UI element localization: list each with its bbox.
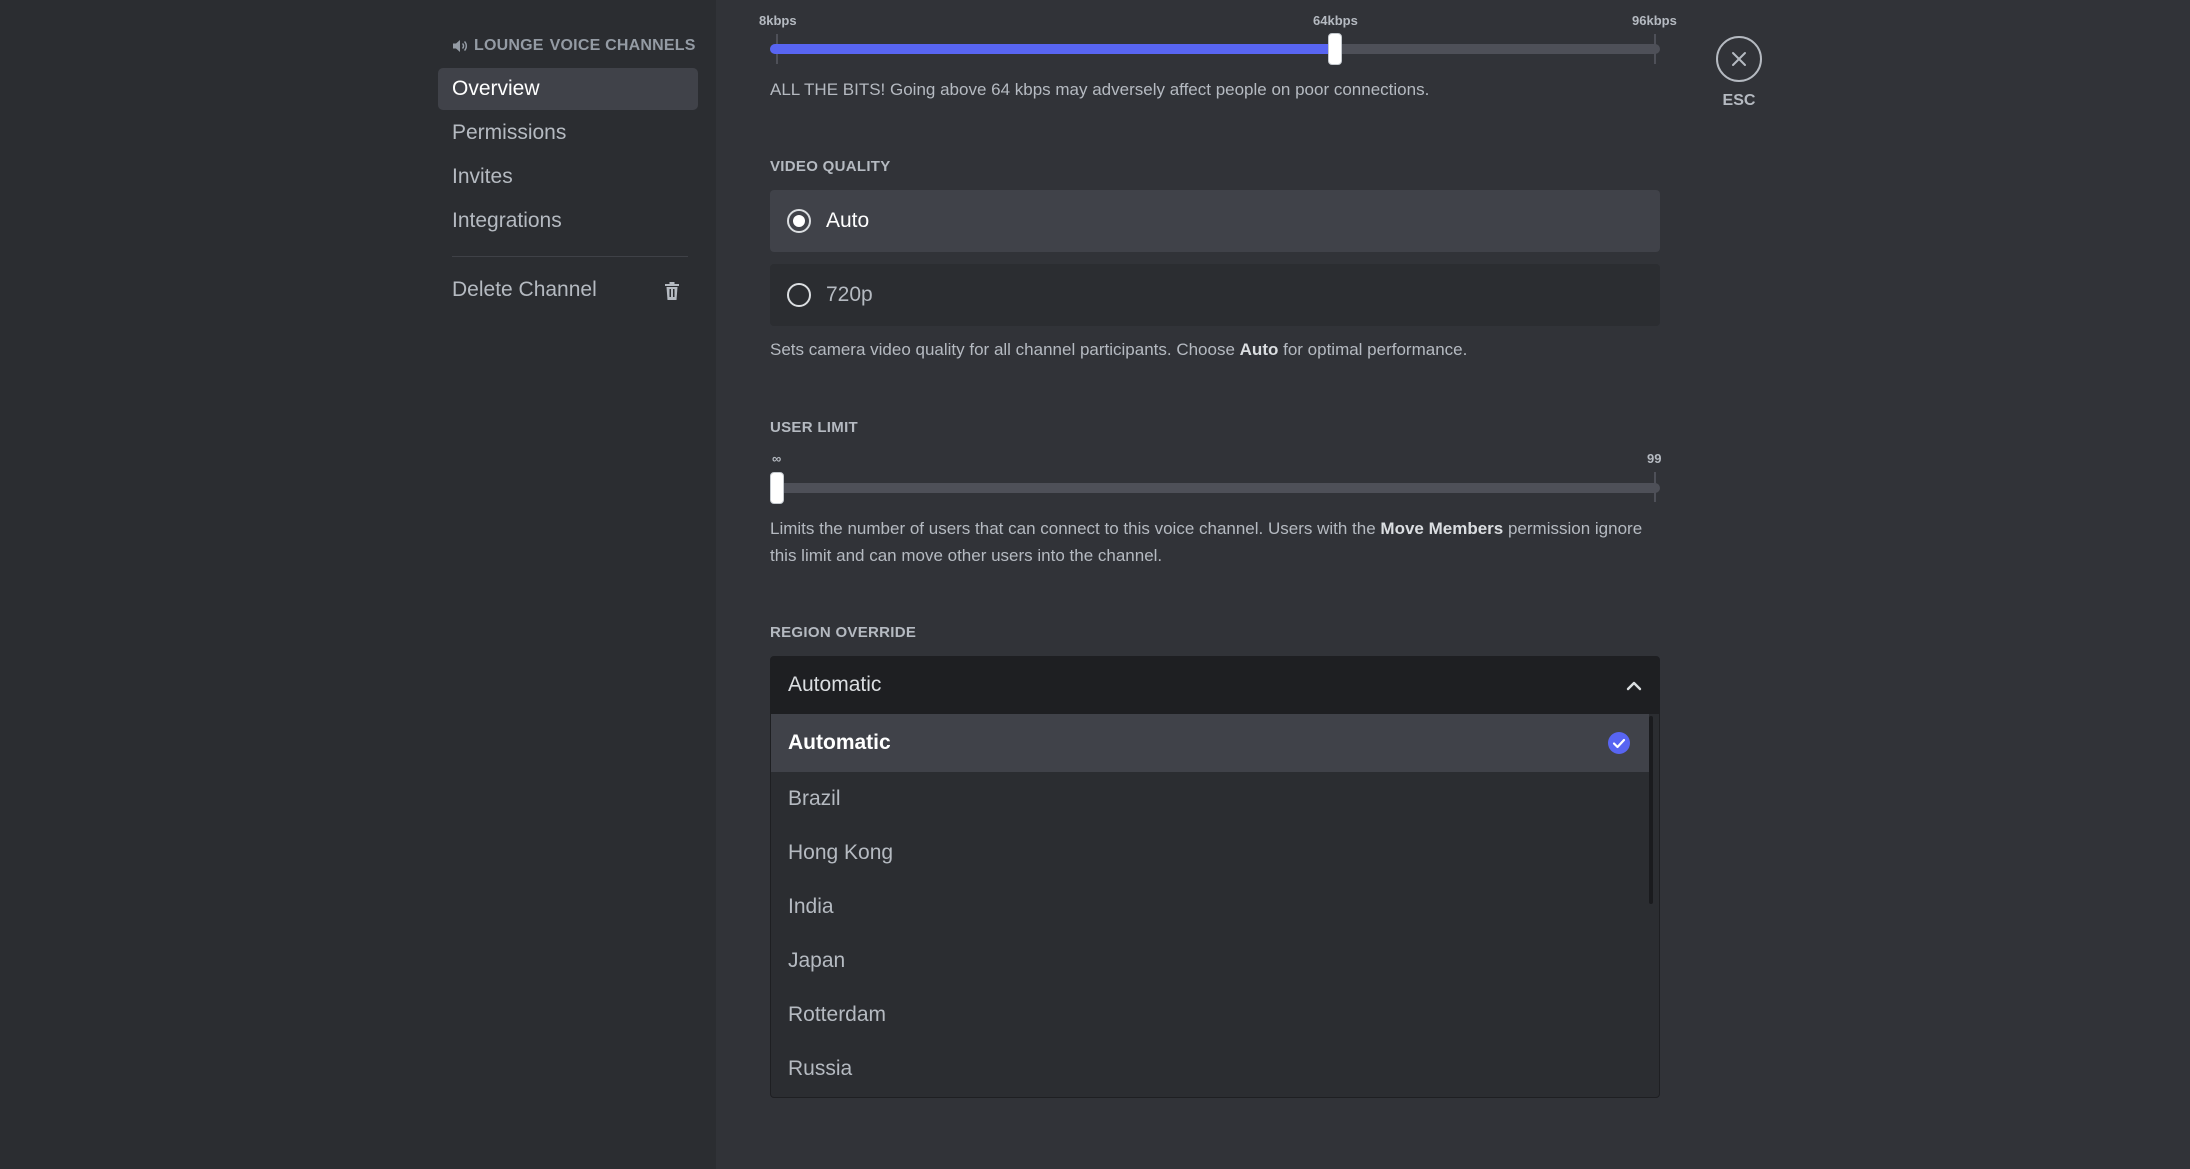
- user-limit-help-text: Limits the number of users that can conn…: [770, 515, 1660, 569]
- bitrate-slider-fill: [770, 44, 1335, 54]
- bitrate-slider-handle[interactable]: [1327, 33, 1342, 65]
- help-text-bold: Move Members: [1380, 519, 1504, 538]
- sidebar-divider: [452, 256, 688, 257]
- region-option[interactable]: India: [771, 880, 1649, 934]
- sidebar-item-label: Permissions: [452, 121, 567, 144]
- region-option-label: Brazil: [788, 787, 841, 810]
- sidebar-item-overview[interactable]: Overview: [438, 68, 698, 110]
- trash-icon: [665, 282, 679, 300]
- bitrate-tick-mid: 64kbps: [1313, 13, 1358, 28]
- user-limit-tick-max: 99: [1647, 451, 1662, 466]
- settings-sidebar: LOUNGE VOICE CHANNELS Overview Permissio…: [438, 36, 698, 311]
- checkmark-icon: [1608, 732, 1630, 754]
- channel-name: LOUNGE: [474, 37, 544, 54]
- radio-selected-icon: [787, 209, 811, 233]
- region-option-label: Russia: [788, 1057, 853, 1080]
- bitrate-slider-track[interactable]: [770, 44, 1660, 54]
- region-option[interactable]: Hong Kong: [771, 826, 1649, 880]
- radio-label: Auto: [826, 209, 870, 232]
- user-limit-tick-min: ∞: [772, 451, 782, 466]
- video-quality-option-720p[interactable]: 720p: [770, 264, 1660, 326]
- sidebar-item-invites[interactable]: Invites: [438, 156, 698, 198]
- close-icon[interactable]: [1716, 36, 1762, 82]
- radio-label: 720p: [826, 283, 873, 306]
- sidebar-item-label: Overview: [452, 77, 540, 100]
- region-option[interactable]: Automatic: [771, 714, 1649, 772]
- sidebar-header: LOUNGE VOICE CHANNELS: [438, 36, 698, 56]
- bitrate-help-text: ALL THE BITS! Going above 64 kbps may ad…: [770, 80, 1430, 99]
- category-label: VOICE CHANNELS: [549, 37, 696, 54]
- user-limit-slider-track[interactable]: [770, 483, 1660, 493]
- help-text-part: for optimal performance.: [1278, 340, 1468, 359]
- region-select-value: Automatic: [788, 673, 882, 696]
- region-option-label: Japan: [788, 949, 846, 972]
- user-limit-title: USER LIMIT: [770, 419, 858, 436]
- speaker-icon: [453, 40, 467, 52]
- bitrate-tick-max: 96kbps: [1632, 13, 1677, 28]
- region-select[interactable]: Automatic: [770, 656, 1660, 714]
- help-text-bold: Auto: [1239, 340, 1279, 359]
- region-option-label: Automatic: [788, 731, 891, 754]
- chevron-up-icon[interactable]: [1625, 677, 1643, 695]
- sidebar-item-integrations[interactable]: Integrations: [438, 200, 698, 242]
- region-option-label: Hong Kong: [788, 841, 894, 864]
- sidebar-item-label: Integrations: [452, 209, 562, 232]
- dropdown-scrollbar[interactable]: [1649, 716, 1653, 904]
- region-dropdown-menu: Automatic Brazil Hong Kong India Japan Rotter…: [770, 714, 1660, 1098]
- region-option-label: Rotterdam: [788, 1003, 887, 1026]
- region-option[interactable]: Rotterdam: [771, 988, 1649, 1042]
- region-option[interactable]: Brazil: [771, 772, 1649, 826]
- help-text-part: Limits the number of users that can conn…: [770, 519, 1381, 538]
- video-quality-help-text: Sets camera video quality for all channe…: [770, 336, 1467, 363]
- sidebar-item-permissions[interactable]: Permissions: [438, 112, 698, 154]
- user-limit-slider-handle[interactable]: [770, 472, 784, 504]
- region-option[interactable]: Russia: [771, 1042, 1649, 1096]
- radio-unselected-icon: [787, 283, 811, 307]
- video-quality-option-auto[interactable]: Auto: [770, 190, 1660, 252]
- help-text-part: Sets camera video quality for all channe…: [770, 340, 1240, 359]
- sidebar-item-label: Invites: [452, 165, 513, 188]
- esc-label: ESC: [1722, 92, 1756, 109]
- bitrate-tick-min: 8kbps: [759, 13, 797, 28]
- region-option[interactable]: Japan: [771, 934, 1649, 988]
- region-override-title: REGION OVERRIDE: [770, 624, 917, 641]
- region-option-label: India: [788, 895, 834, 918]
- sidebar-item-delete-channel[interactable]: Delete Channel: [438, 269, 698, 311]
- close-settings-button[interactable]: ESC: [1716, 36, 1762, 110]
- video-quality-title: VIDEO QUALITY: [770, 158, 891, 175]
- sidebar-item-label: Delete Channel: [452, 278, 597, 301]
